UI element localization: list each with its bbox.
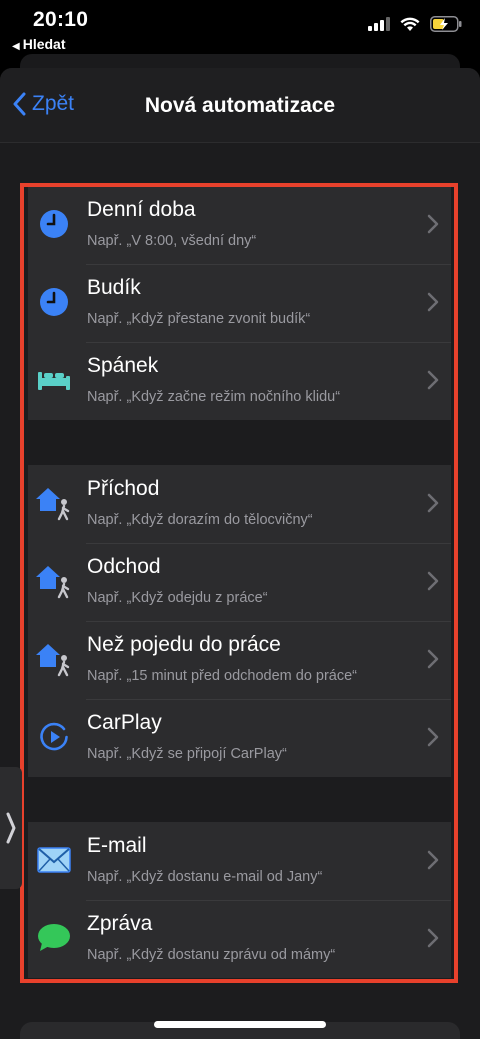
trigger-title: Odchod (87, 555, 161, 578)
wifi-icon (400, 17, 420, 31)
trigger-subtitle: Např. „Když dostanu zprávu od mámy“ (87, 947, 336, 963)
signal-icon (368, 17, 390, 31)
trigger-group-time: Denní doba Např. „V 8:00, všední dny“ Bu… (28, 186, 451, 420)
page-title: Nová automatizace (144, 94, 336, 117)
trigger-leave[interactable]: Odchod Např. „Když odejdu z práce“ (28, 543, 451, 621)
back-to-app-link[interactable]: ◀ Hledat (12, 36, 66, 52)
trigger-title: Než pojedu do práce (87, 633, 281, 656)
trigger-email[interactable]: E-mail Např. „Když dostanu e-mail od Jan… (28, 822, 451, 900)
trigger-subtitle: Např. „V 8:00, všední dny“ (87, 233, 257, 249)
trigger-title: Denní doba (87, 198, 196, 221)
trigger-title: E-mail (87, 834, 147, 857)
chevron-right-icon (427, 649, 439, 669)
trigger-group-communication: E-mail Např. „Když dostanu e-mail od Jan… (28, 822, 451, 978)
house-person-icon (34, 639, 74, 679)
trigger-subtitle: Např. „Když začne režim nočního klidu“ (87, 389, 341, 405)
chevron-right-icon (427, 850, 439, 870)
screen: 20:10 ◀ Hledat Zpět Nová automatizace De… (0, 0, 480, 1039)
trigger-subtitle: Např. „Když se připojí CarPlay“ (87, 746, 287, 762)
trigger-title: Zpráva (87, 912, 153, 935)
trigger-title: Budík (87, 276, 141, 299)
trigger-title: CarPlay (87, 711, 162, 734)
chevron-right-icon (427, 727, 439, 747)
trigger-subtitle: Např. „Když dorazím do tělocvičny“ (87, 512, 313, 528)
trigger-subtitle: Např. „15 minut před odchodem do práce“ (87, 668, 358, 684)
back-app-label: Hledat (22, 36, 66, 52)
battery-charging-icon (430, 16, 462, 32)
bed-icon (34, 360, 74, 400)
trigger-subtitle: Např. „Když dostanu e-mail od Jany“ (87, 869, 323, 885)
status-time: 20:10 (33, 8, 89, 31)
status-bar: 20:10 ◀ Hledat (0, 0, 480, 56)
house-person-icon (34, 561, 74, 601)
carplay-icon (34, 717, 74, 757)
trigger-arrive[interactable]: Příchod Např. „Když dorazím do tělocvičn… (28, 465, 451, 543)
chevron-right-icon (427, 214, 439, 234)
trigger-message[interactable]: Zpráva Např. „Když dostanu zprávu od mám… (28, 900, 451, 978)
trigger-alarm[interactable]: Budík Např. „Když přestane zvonit budík“ (28, 264, 451, 342)
chevron-right-icon (427, 928, 439, 948)
home-indicator[interactable] (154, 1021, 326, 1028)
chevron-right-icon (427, 493, 439, 513)
chevron-right-icon (427, 292, 439, 312)
alarm-clock-icon (34, 282, 74, 322)
trigger-subtitle: Např. „Když odejdu z práce“ (87, 590, 268, 606)
trigger-group-location: Příchod Např. „Když dorazím do tělocvičn… (28, 465, 451, 777)
trigger-before-commute[interactable]: Než pojedu do práce Např. „15 minut před… (28, 621, 451, 699)
trigger-carplay[interactable]: CarPlay Např. „Když se připojí CarPlay“ (28, 699, 451, 777)
trigger-title: Spánek (87, 354, 159, 377)
clock-icon (34, 204, 74, 244)
mail-icon (34, 840, 74, 880)
trigger-subtitle: Např. „Když přestane zvonit budík“ (87, 311, 311, 327)
trigger-title: Příchod (87, 477, 160, 500)
message-icon (34, 918, 74, 958)
side-panel-handle[interactable] (0, 767, 22, 889)
status-icons (368, 16, 462, 32)
navigation-bar: Zpět Nová automatizace (0, 68, 480, 143)
back-triangle-icon: ◀ (12, 41, 20, 52)
trigger-time-of-day[interactable]: Denní doba Např. „V 8:00, všední dny“ (28, 186, 451, 264)
chevron-right-icon (6, 812, 16, 844)
trigger-sleep[interactable]: Spánek Např. „Když začne režim nočního k… (28, 342, 451, 420)
house-person-icon (34, 483, 74, 523)
chevron-right-icon (427, 370, 439, 390)
chevron-right-icon (427, 571, 439, 591)
